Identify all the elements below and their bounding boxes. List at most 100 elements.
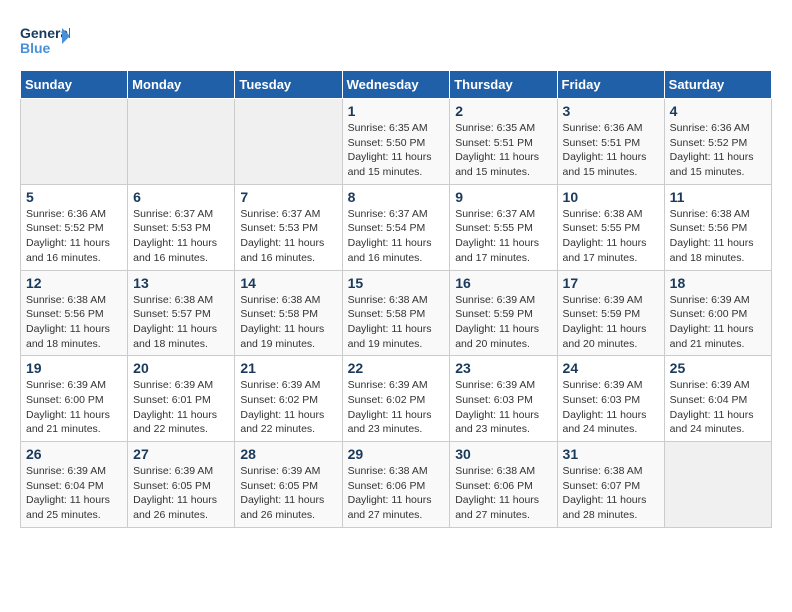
day-info: Sunrise: 6:35 AM Sunset: 5:50 PM Dayligh…	[348, 121, 445, 180]
weekday-header-saturday: Saturday	[664, 71, 771, 99]
calendar-cell: 31Sunrise: 6:38 AM Sunset: 6:07 PM Dayli…	[557, 442, 664, 528]
day-number: 18	[670, 275, 766, 291]
day-info: Sunrise: 6:39 AM Sunset: 6:04 PM Dayligh…	[670, 378, 766, 437]
day-info: Sunrise: 6:37 AM Sunset: 5:55 PM Dayligh…	[455, 207, 551, 266]
calendar-cell: 8Sunrise: 6:37 AM Sunset: 5:54 PM Daylig…	[342, 184, 450, 270]
calendar-cell: 21Sunrise: 6:39 AM Sunset: 6:02 PM Dayli…	[235, 356, 342, 442]
day-number: 1	[348, 103, 445, 119]
day-info: Sunrise: 6:38 AM Sunset: 6:06 PM Dayligh…	[348, 464, 445, 523]
day-number: 14	[240, 275, 336, 291]
day-info: Sunrise: 6:39 AM Sunset: 5:59 PM Dayligh…	[455, 293, 551, 352]
calendar-cell: 30 Sunrise: 6:38 AM Sunset: 6:06 PM Dayli…	[450, 442, 557, 528]
calendar-cell: 25 Sunrise: 6:39 AM Sunset: 6:04 PM Dayli…	[664, 356, 771, 442]
day-number: 30	[455, 446, 551, 462]
calendar-cell: 19 Sunrise: 6:39 AM Sunset: 6:00 PM Dayli…	[21, 356, 128, 442]
day-number: 28	[240, 446, 336, 462]
day-info: Sunrise: 6:39 AM Sunset: 6:05 PM Dayligh…	[240, 464, 336, 523]
day-info: Sunrise: 6:38 AM Sunset: 6:06 PM Dayligh…	[455, 464, 551, 523]
day-number: 10	[563, 189, 659, 205]
day-number: 2	[455, 103, 551, 119]
calendar-cell: 11 Sunrise: 6:38 AM Sunset: 5:56 PM Dayli…	[664, 184, 771, 270]
calendar-cell: 22Sunrise: 6:39 AM Sunset: 6:02 PM Dayli…	[342, 356, 450, 442]
calendar-cell: 20 Sunrise: 6:39 AM Sunset: 6:01 PM Dayli…	[128, 356, 235, 442]
day-number: 19	[26, 360, 122, 376]
calendar-cell: 16 Sunrise: 6:39 AM Sunset: 5:59 PM Dayli…	[450, 270, 557, 356]
day-info: Sunrise: 6:39 AM Sunset: 5:59 PM Dayligh…	[563, 293, 659, 352]
day-info: Sunrise: 6:36 AM Sunset: 5:51 PM Dayligh…	[563, 121, 659, 180]
calendar-cell	[235, 99, 342, 185]
day-info: Sunrise: 6:39 AM Sunset: 6:00 PM Dayligh…	[26, 378, 122, 437]
day-info: Sunrise: 6:38 AM Sunset: 5:55 PM Dayligh…	[563, 207, 659, 266]
day-number: 20	[133, 360, 229, 376]
day-number: 5	[26, 189, 122, 205]
day-info: Sunrise: 6:36 AM Sunset: 5:52 PM Dayligh…	[670, 121, 766, 180]
calendar-cell: 5 Sunrise: 6:36 AM Sunset: 5:52 PM Daylig…	[21, 184, 128, 270]
calendar-cell: 3 Sunrise: 6:36 AM Sunset: 5:51 PM Daylig…	[557, 99, 664, 185]
calendar-cell	[21, 99, 128, 185]
day-info: Sunrise: 6:36 AM Sunset: 5:52 PM Dayligh…	[26, 207, 122, 266]
calendar-cell: 14 Sunrise: 6:38 AM Sunset: 5:58 PM Dayli…	[235, 270, 342, 356]
day-info: Sunrise: 6:39 AM Sunset: 6:04 PM Dayligh…	[26, 464, 122, 523]
day-number: 29	[348, 446, 445, 462]
day-info: Sunrise: 6:38 AM Sunset: 5:58 PM Dayligh…	[240, 293, 336, 352]
day-info: Sunrise: 6:38 AM Sunset: 6:07 PM Dayligh…	[563, 464, 659, 523]
calendar-cell: 24 Sunrise: 6:39 AM Sunset: 6:03 PM Dayli…	[557, 356, 664, 442]
day-info: Sunrise: 6:39 AM Sunset: 6:03 PM Dayligh…	[455, 378, 551, 437]
calendar-cell: 17 Sunrise: 6:39 AM Sunset: 5:59 PM Dayli…	[557, 270, 664, 356]
day-info: Sunrise: 6:39 AM Sunset: 6:00 PM Dayligh…	[670, 293, 766, 352]
calendar-cell: 29 Sunrise: 6:38 AM Sunset: 6:06 PM Dayli…	[342, 442, 450, 528]
calendar-cell	[128, 99, 235, 185]
calendar-cell: 1 Sunrise: 6:35 AM Sunset: 5:50 PM Daylig…	[342, 99, 450, 185]
week-row-4: 19 Sunrise: 6:39 AM Sunset: 6:00 PM Dayli…	[21, 356, 772, 442]
calendar-cell: 2 Sunrise: 6:35 AM Sunset: 5:51 PM Daylig…	[450, 99, 557, 185]
day-number: 4	[670, 103, 766, 119]
day-info: Sunrise: 6:38 AM Sunset: 5:56 PM Dayligh…	[26, 293, 122, 352]
day-number: 23	[455, 360, 551, 376]
week-row-2: 5 Sunrise: 6:36 AM Sunset: 5:52 PM Daylig…	[21, 184, 772, 270]
calendar-cell: 27 Sunrise: 6:39 AM Sunset: 6:05 PM Dayli…	[128, 442, 235, 528]
day-number: 12	[26, 275, 122, 291]
week-row-5: 26 Sunrise: 6:39 AM Sunset: 6:04 PM Dayli…	[21, 442, 772, 528]
day-number: 15	[348, 275, 445, 291]
calendar-cell: 26 Sunrise: 6:39 AM Sunset: 6:04 PM Dayli…	[21, 442, 128, 528]
day-number: 11	[670, 189, 766, 205]
day-info: Sunrise: 6:35 AM Sunset: 5:51 PM Dayligh…	[455, 121, 551, 180]
weekday-header-friday: Friday	[557, 71, 664, 99]
day-number: 7	[240, 189, 336, 205]
day-number: 27	[133, 446, 229, 462]
calendar-cell: 7 Sunrise: 6:37 AM Sunset: 5:53 PM Daylig…	[235, 184, 342, 270]
weekday-header-row: SundayMondayTuesdayWednesdayThursdayFrid…	[21, 71, 772, 99]
day-info: Sunrise: 6:38 AM Sunset: 5:57 PM Dayligh…	[133, 293, 229, 352]
calendar-cell: 15Sunrise: 6:38 AM Sunset: 5:58 PM Dayli…	[342, 270, 450, 356]
day-number: 25	[670, 360, 766, 376]
calendar-cell: 23 Sunrise: 6:39 AM Sunset: 6:03 PM Dayli…	[450, 356, 557, 442]
calendar-table: SundayMondayTuesdayWednesdayThursdayFrid…	[20, 70, 772, 528]
day-info: Sunrise: 6:39 AM Sunset: 6:05 PM Dayligh…	[133, 464, 229, 523]
calendar-cell: 6 Sunrise: 6:37 AM Sunset: 5:53 PM Daylig…	[128, 184, 235, 270]
day-info: Sunrise: 6:39 AM Sunset: 6:02 PM Dayligh…	[348, 378, 445, 437]
day-info: Sunrise: 6:38 AM Sunset: 5:56 PM Dayligh…	[670, 207, 766, 266]
calendar-cell: 18 Sunrise: 6:39 AM Sunset: 6:00 PM Dayli…	[664, 270, 771, 356]
day-number: 26	[26, 446, 122, 462]
weekday-header-tuesday: Tuesday	[235, 71, 342, 99]
day-number: 6	[133, 189, 229, 205]
logo-icon: General Blue	[20, 20, 70, 60]
weekday-header-thursday: Thursday	[450, 71, 557, 99]
svg-text:Blue: Blue	[20, 40, 51, 56]
day-number: 16	[455, 275, 551, 291]
day-number: 24	[563, 360, 659, 376]
day-number: 3	[563, 103, 659, 119]
calendar-cell: 13Sunrise: 6:38 AM Sunset: 5:57 PM Dayli…	[128, 270, 235, 356]
day-number: 17	[563, 275, 659, 291]
weekday-header-monday: Monday	[128, 71, 235, 99]
day-info: Sunrise: 6:37 AM Sunset: 5:53 PM Dayligh…	[133, 207, 229, 266]
day-number: 21	[240, 360, 336, 376]
day-info: Sunrise: 6:37 AM Sunset: 5:53 PM Dayligh…	[240, 207, 336, 266]
day-number: 8	[348, 189, 445, 205]
day-info: Sunrise: 6:39 AM Sunset: 6:03 PM Dayligh…	[563, 378, 659, 437]
day-info: Sunrise: 6:39 AM Sunset: 6:01 PM Dayligh…	[133, 378, 229, 437]
weekday-header-wednesday: Wednesday	[342, 71, 450, 99]
calendar-cell: 12 Sunrise: 6:38 AM Sunset: 5:56 PM Dayli…	[21, 270, 128, 356]
calendar-cell: 10 Sunrise: 6:38 AM Sunset: 5:55 PM Dayli…	[557, 184, 664, 270]
week-row-1: 1 Sunrise: 6:35 AM Sunset: 5:50 PM Daylig…	[21, 99, 772, 185]
